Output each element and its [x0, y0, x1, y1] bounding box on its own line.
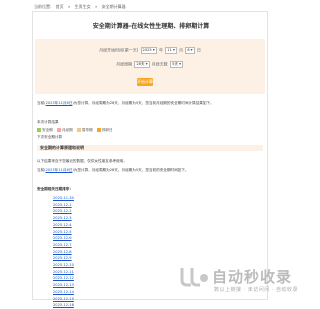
date-item[interactable]: 2025-12-12: [53, 275, 74, 282]
date-item[interactable]: 2025-12-5: [53, 229, 74, 236]
date-item[interactable]: 2025-12-13: [53, 282, 74, 289]
result-line-2: 当前(2025年11月6日)为您计算，月经周期为28天，月经期为5天，您当前的安…: [37, 168, 189, 172]
year-select[interactable]: 2025 ▾: [140, 47, 157, 54]
page: 当前位置: 首页 » 生男生女 » 安全期计算器 安全期计算器-在线女性生理期、…: [0, 0, 300, 307]
date-item[interactable]: 2025-12-9: [53, 255, 74, 262]
breadcrumb-prefix: 当前位置:: [34, 4, 52, 9]
calculator-card: 安全期计算器-在线女性生理期、排卵期计算 月经开始时间(第一天) 2025 ▾ …: [32, 11, 268, 307]
day-unit: 日: [196, 47, 201, 53]
date-item[interactable]: 2025-12-1: [53, 202, 74, 209]
date-item[interactable]: 2025-12-11: [53, 269, 74, 276]
legend-swatch-ovulation: [96, 128, 101, 132]
legend-swatch-safe: [37, 128, 41, 132]
watermark-subtext: 数以上链接 · 未访问问 · 自动收录: [214, 287, 299, 293]
date-item[interactable]: 2025-12-2: [53, 208, 74, 215]
cycle-select[interactable]: 28天 ▾: [134, 61, 150, 68]
watermark-text: 自动秒收录: [212, 268, 293, 286]
watermark: 自动秒收录 数以上链接 · 未访问问 · 自动收录: [176, 258, 298, 296]
breadcrumb: 当前位置: 首页 » 生男生女 » 安全期计算器: [34, 4, 129, 10]
legend-swatch-period: [56, 128, 61, 132]
watermark-logo-icon: [180, 268, 208, 287]
legend-label-fertile: 易孕期: [81, 128, 93, 132]
year-unit: 年: [158, 47, 163, 53]
dates-header: 安全期相关日期排序：: [37, 187, 73, 191]
date-item[interactable]: 2025-12-14: [53, 289, 74, 296]
legend-title: 本次计算结果: [37, 120, 59, 124]
date-item[interactable]: 2025-12-8: [53, 249, 74, 256]
breadcrumb-current: 安全期计算器: [101, 4, 126, 9]
breadcrumb-sep: »: [94, 4, 98, 9]
cycle-label: 月经周期: [116, 61, 133, 67]
legend-swatch-fertile: [76, 128, 81, 132]
breadcrumb-category[interactable]: 生男生女: [75, 4, 91, 9]
section-title: 安全期的计算原理和说明: [37, 145, 263, 151]
date-link[interactable]: 2025年11月6日: [46, 101, 73, 105]
legend-label-ovulation: 排卵日: [101, 128, 113, 132]
breadcrumb-sep: »: [67, 4, 71, 9]
calculator-form: 月经开始时间(第一天) 2025 ▾ 年 11 ▾ 月 6 ▾ 日 月经周期 2…: [35, 39, 265, 94]
date-link[interactable]: 2025年11月6日: [46, 168, 73, 172]
result-line-1: 当前(2025年11月6日)为您计算，月经周期为28天，月经期为5天，您当前月经…: [37, 101, 214, 105]
legend: 安全期 月经期 易孕期 排卵日: [37, 128, 113, 133]
date-item[interactable]: 2025-12-10: [53, 262, 74, 269]
day-select[interactable]: 6 ▾: [185, 47, 195, 54]
cycle-row: 月经周期 28天 ▾ 月经天数 5天 ▾: [35, 61, 265, 68]
breadcrumb-home[interactable]: 首页: [56, 4, 64, 9]
date-item[interactable]: 2025-12-4: [53, 222, 74, 229]
legend-label-period: 月经期: [61, 128, 73, 132]
date-item[interactable]: 2025-12-16: [53, 302, 74, 309]
legend-label-safe: 安全期: [42, 128, 53, 132]
dates-list: 2025-11-30 2025-12-1 2025-12-2 2025-12-3…: [53, 195, 74, 309]
date-item[interactable]: 2025-12-6: [53, 235, 74, 242]
calculate-button[interactable]: 开始计算: [137, 78, 153, 86]
last-period-row: 月经开始时间(第一天) 2025 ▾ 年 11 ▾ 月 6 ▾ 日: [35, 47, 265, 54]
page-title: 安全期计算器-在线女性生理期、排卵期计算: [92, 23, 210, 30]
date-item[interactable]: 2025-11-30: [53, 195, 74, 202]
next-title: 下次安全期计算: [37, 135, 63, 139]
date-item[interactable]: 2025-12-7: [53, 242, 74, 249]
date-item[interactable]: 2025-12-15: [53, 296, 74, 303]
duration-label: 月经天数: [151, 61, 168, 67]
last-period-label: 月经开始时间(第一天): [99, 47, 139, 53]
section-text: 以下结果来自于您最近的数据，仅供女性朋友参考使用。: [37, 159, 127, 163]
date-item[interactable]: 2025-12-3: [53, 215, 74, 222]
duration-select[interactable]: 5天 ▾: [170, 61, 183, 68]
month-select[interactable]: 11 ▾: [165, 47, 177, 54]
month-unit: 月: [179, 47, 184, 53]
